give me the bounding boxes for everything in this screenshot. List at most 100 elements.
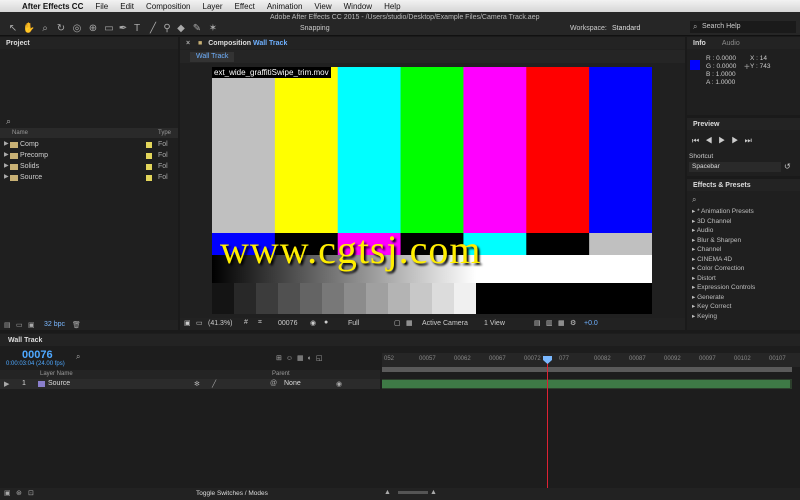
exposure-value[interactable]: +0.0 [584, 320, 598, 327]
project-item-source[interactable]: ▶ Source Fol [0, 173, 178, 183]
effects-category-item[interactable]: ▸ Key Correct [692, 302, 731, 310]
transfer-controls-pane-icon[interactable]: ⊛ [16, 489, 22, 497]
bit-depth-button[interactable]: 32 bpc [44, 321, 65, 328]
comp-flowchart-icon[interactable]: ⚙ [570, 319, 576, 327]
prev-frame-icon[interactable]: ◀ [705, 136, 718, 145]
mask-visibility-icon[interactable]: ⌗ [258, 319, 262, 327]
roto-brush-tool-icon[interactable]: ✎ [190, 22, 204, 36]
trash-icon[interactable]: 🗑 [72, 321, 81, 329]
effects-category-item[interactable]: ▸ Blur & Sharpen [692, 236, 741, 244]
draft-3d-icon[interactable]: ⊞ [276, 355, 286, 362]
graph-editor-icon[interactable]: ◱ [316, 355, 327, 362]
mask-tool-icon[interactable]: ▭ [102, 22, 116, 36]
menu-file[interactable]: File [95, 2, 108, 11]
composition-tab[interactable]: × ■ Composition Wall Track [180, 37, 685, 49]
rotate-tool-icon[interactable]: ↻ [54, 22, 68, 36]
project-item-comp[interactable]: ▶ Comp Fol [0, 140, 178, 150]
menu-help[interactable]: Help [384, 2, 400, 11]
label-color-swatch[interactable] [146, 142, 152, 148]
zoom-in-icon[interactable]: ▲ [430, 489, 437, 496]
expand-arrow-icon[interactable]: ▶ [4, 162, 9, 169]
pan-behind-tool-icon[interactable]: ⊕ [86, 22, 100, 36]
zoom-select[interactable]: (41.3%) [208, 320, 233, 327]
layer-duration-bar[interactable] [382, 380, 790, 388]
menu-app-name[interactable]: After Effects CC [22, 2, 83, 11]
snapping-label[interactable]: Snapping [300, 25, 330, 32]
timeline-search-icon[interactable]: ⌕ [76, 352, 80, 362]
frame-blending-icon[interactable]: ▦ [297, 355, 308, 362]
menu-layer[interactable]: Layer [203, 2, 223, 11]
effects-tab[interactable]: Effects & Presets [687, 179, 800, 191]
fast-previews-icon[interactable]: ▥ [546, 319, 553, 327]
menu-animation[interactable]: Animation [267, 2, 303, 11]
column-parent[interactable]: Parent [272, 371, 290, 377]
info-tab[interactable]: Info Audio [687, 37, 800, 49]
in-out-pane-icon[interactable]: ⊡ [28, 489, 34, 497]
quality-icon[interactable]: ╱ [212, 380, 216, 388]
effects-category-item[interactable]: ▸ Audio [692, 226, 713, 234]
menu-view[interactable]: View [314, 2, 331, 11]
layer-switches-pane-icon[interactable]: ▣ [4, 489, 11, 497]
motion-blur-icon[interactable]: ◐ [308, 355, 316, 362]
menu-composition[interactable]: Composition [146, 2, 190, 11]
effects-category-item[interactable]: ▸ Keying [692, 312, 717, 320]
timeline-current-time[interactable]: 00076 [22, 349, 53, 361]
expand-arrow-icon[interactable]: ▶ [4, 140, 9, 147]
current-time-display[interactable]: 00076 [278, 320, 297, 327]
preview-tab[interactable]: Preview [687, 118, 800, 130]
type-tool-icon[interactable]: T [130, 22, 144, 36]
project-tab[interactable]: Project [0, 37, 178, 49]
layer-switch-icon[interactable]: ✻ [194, 380, 200, 388]
pen-tool-icon[interactable]: ✒ [116, 22, 130, 36]
next-frame-icon[interactable]: ▶ [731, 136, 744, 145]
composition-viewer[interactable] [212, 67, 652, 314]
last-frame-icon[interactable]: ⏭ [745, 136, 758, 145]
camera-view-select[interactable]: Active Camera [422, 320, 468, 327]
reset-icon[interactable]: ↺ [784, 162, 791, 171]
effects-search-icon[interactable]: ⌕ [692, 195, 696, 205]
time-ruler[interactable]: 052 00057 00062 00067 00072 077 00082 00087 0009… [382, 353, 800, 367]
first-frame-icon[interactable]: ⏮ [692, 136, 705, 145]
workspace-select[interactable]: Standard [612, 25, 640, 32]
region-of-interest-icon[interactable]: ▢ [394, 319, 401, 327]
selection-tool-icon[interactable]: ↖ [6, 22, 20, 36]
clone-stamp-tool-icon[interactable]: ⚲ [160, 22, 174, 36]
label-color-swatch[interactable] [146, 153, 152, 159]
effects-category-item[interactable]: ▸ Expression Controls [692, 283, 755, 291]
work-area-bar[interactable] [382, 367, 792, 372]
monitor-icon[interactable]: ▭ [196, 319, 203, 327]
lock-icon[interactable]: ■ [198, 40, 202, 47]
search-help-input[interactable]: Search Help [690, 21, 796, 33]
toggle-switches-modes[interactable]: Toggle Switches / Modes [196, 490, 268, 497]
effects-category-item[interactable]: ▸ Color Correction [692, 264, 744, 272]
close-icon[interactable]: × [186, 40, 190, 47]
expand-arrow-icon[interactable]: ▶ [4, 151, 9, 158]
menu-edit[interactable]: Edit [120, 2, 134, 11]
audio-tab[interactable]: Audio [722, 40, 740, 47]
always-preview-icon[interactable]: ▣ [184, 319, 191, 327]
zoom-tool-icon[interactable]: ⌕ [38, 22, 52, 36]
shy-icon[interactable]: ☺ [286, 355, 297, 362]
eraser-tool-icon[interactable]: ◆ [174, 22, 188, 36]
zoom-slider[interactable] [398, 491, 428, 494]
timeline-layer-row[interactable]: ▶ 1 Source ✻ ╱ @ None ◉ [0, 379, 380, 389]
label-color-swatch[interactable] [146, 175, 152, 181]
effects-category-item[interactable]: ▸ Distort [692, 274, 716, 282]
effects-category-item[interactable]: ▸ 3D Channel [692, 217, 731, 225]
new-folder-icon[interactable]: ▭ [16, 321, 23, 329]
hand-tool-icon[interactable]: ✋ [22, 22, 36, 36]
project-search-icon[interactable]: ⌕ [6, 116, 11, 127]
label-color-swatch[interactable] [146, 164, 152, 170]
new-comp-icon[interactable]: ▣ [28, 321, 35, 329]
menu-effect[interactable]: Effect [235, 2, 255, 11]
pickwhip-icon[interactable]: @ [270, 380, 277, 387]
shortcut-select[interactable]: Spacebar [689, 162, 781, 172]
resolution-select[interactable]: Full [348, 320, 359, 327]
project-item-precomp[interactable]: ▶ Precomp Fol [0, 151, 178, 161]
toggle-pixel-aspect-icon[interactable]: ▤ [534, 319, 541, 327]
expand-arrow-icon[interactable]: ▶ [4, 173, 9, 180]
zoom-out-icon[interactable]: ▲ [384, 489, 391, 496]
show-channel-icon[interactable]: ● [324, 319, 328, 326]
transparency-grid-icon[interactable]: ▦ [406, 319, 413, 327]
parent-select[interactable]: None [284, 380, 301, 387]
